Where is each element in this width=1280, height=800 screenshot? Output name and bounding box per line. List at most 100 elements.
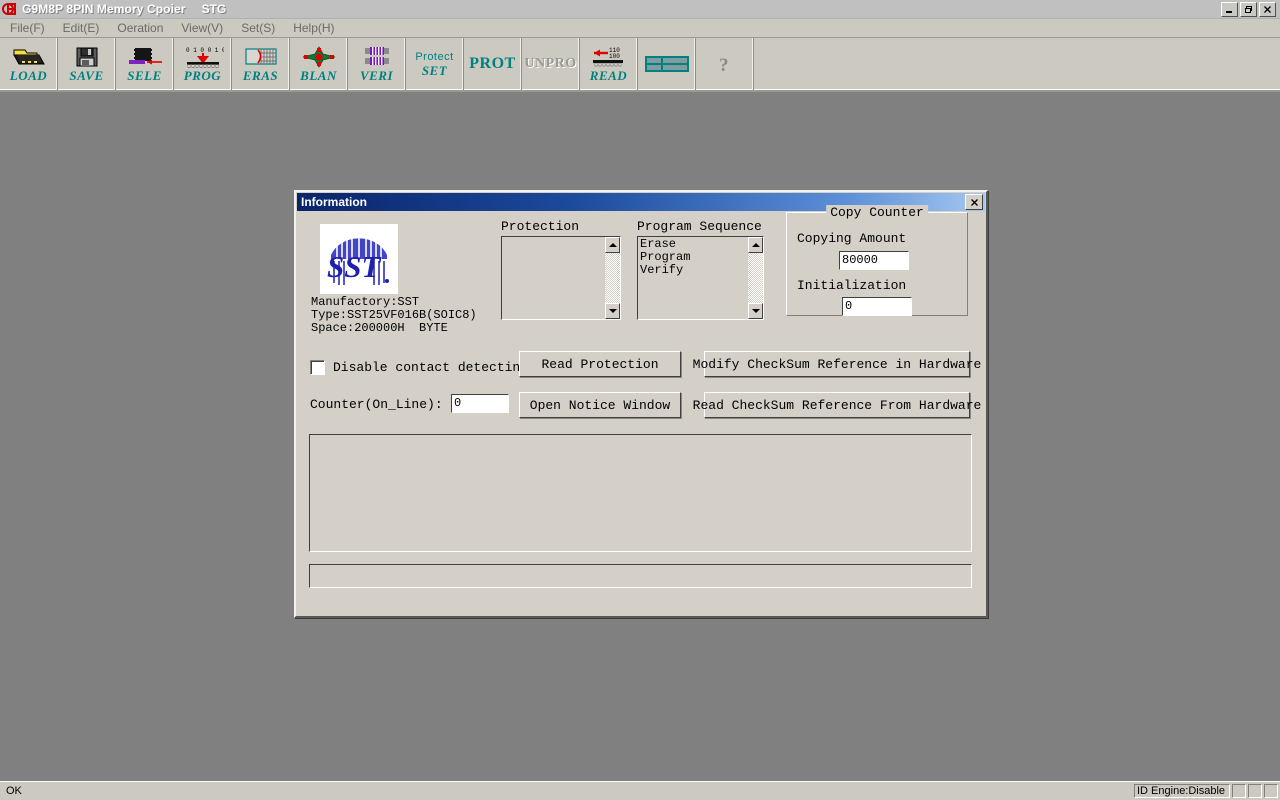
toolbar-label-verify: VERI <box>359 68 394 83</box>
device-space: Space:200000H BYTE <box>311 321 448 335</box>
toolbar: LOAD SAVE SELE 0 1 0 0 1 0 PROG ERAS BLA… <box>0 38 1280 92</box>
menu-help[interactable]: Help(H) <box>291 20 336 36</box>
arrow-down-icon <box>751 309 760 313</box>
program-chip-icon: 0 1 0 0 1 0 <box>182 46 224 68</box>
program-sequence-scrollbar[interactable] <box>747 237 763 319</box>
window-titlebar: G9M8P 8PIN Memory Cpoier STG <box>0 0 1280 19</box>
toolbar-label-erase: ERAS <box>242 68 279 83</box>
counter-online-input[interactable]: 0 <box>451 394 509 413</box>
initialization-label: Initialization <box>797 278 907 293</box>
window-subtitle: STG <box>201 2 227 16</box>
window-title: G9M8P 8PIN Memory Cpoier <box>22 2 186 16</box>
program-sequence-scroll-down-button[interactable] <box>748 303 763 319</box>
svg-text:100: 100 <box>609 53 620 60</box>
program-sequence-scroll-up-button[interactable] <box>748 237 763 253</box>
toolbar-label-save: SAVE <box>69 68 104 83</box>
protection-scroll-track[interactable] <box>605 253 620 303</box>
status-cell-2 <box>1248 784 1262 798</box>
protection-label: Protection <box>501 219 580 234</box>
menu-set[interactable]: Set(S) <box>239 20 277 36</box>
status-cell-3 <box>1264 784 1278 798</box>
status-cell-1 <box>1232 784 1246 798</box>
menu-edit[interactable]: Edit(E) <box>61 20 102 36</box>
toolbar-button-load[interactable]: LOAD <box>0 38 58 90</box>
protection-listbox[interactable] <box>501 236 621 320</box>
dialog-body: SST Manufactory:SST Type:SST25VF016B(SOI… <box>296 205 986 616</box>
toolbar-button-program[interactable]: 0 1 0 0 1 0 PROG <box>174 38 232 90</box>
toolbar-button-protect-set[interactable]: Protect SET <box>406 38 464 90</box>
disable-contact-detecting-row[interactable]: Disable contact detecting <box>310 360 528 375</box>
restore-button[interactable] <box>1240 1 1257 17</box>
disable-contact-detecting-label: Disable contact detecting <box>333 360 529 375</box>
toolbar-label-select: SELE <box>127 68 162 83</box>
folder-open-icon <box>12 46 46 68</box>
read-protection-button[interactable]: Read Protection <box>519 351 681 377</box>
program-sequence-list-content: Erase Program Verify <box>638 237 747 319</box>
toolbar-label-unprotect: UNPRO <box>524 56 577 71</box>
disable-contact-detecting-checkbox[interactable] <box>310 360 325 375</box>
toolbar-button-verify[interactable]: VERI <box>348 38 406 90</box>
close-button[interactable] <box>1259 1 1276 17</box>
erase-grid-icon <box>244 46 278 68</box>
window-tile-icon <box>644 53 690 75</box>
toolbar-label-program: PROG <box>183 68 222 83</box>
toolbar-button-protect[interactable]: PROT <box>464 38 522 90</box>
window-controls <box>1221 1 1276 17</box>
blank-check-star-icon <box>302 46 336 68</box>
sst-logo: SST <box>320 224 398 294</box>
copy-counter-groupbox: Copy Counter Copying Amount 80000 Initia… <box>786 205 968 316</box>
program-sequence-listbox[interactable]: Erase Program Verify <box>637 236 764 320</box>
copying-amount-label: Copying Amount <box>797 231 907 246</box>
counter-online-label: Counter(On_Line): <box>310 397 443 412</box>
toolbar-label-blank-check: BLAN <box>300 68 337 83</box>
copying-amount-input[interactable]: 80000 <box>839 251 909 270</box>
device-info: Manufactory:SST Type:SST25VF016B(SOIC8) … <box>311 296 477 335</box>
protection-scroll-up-button[interactable] <box>605 237 620 253</box>
status-message: OK <box>6 785 22 797</box>
dialog-close-button[interactable] <box>965 194 983 210</box>
program-sequence-scroll-track[interactable] <box>748 253 763 303</box>
toolbar-label-protect-top: Protect <box>415 50 454 63</box>
menu-file[interactable]: File(F) <box>8 20 47 36</box>
toolbar-button-blank-check[interactable]: BLAN <box>290 38 348 90</box>
toolbar-button-save[interactable]: SAVE <box>58 38 116 90</box>
list-item[interactable]: Verify <box>640 264 745 277</box>
toolbar-button-select[interactable]: SELE <box>116 38 174 90</box>
svg-text:?: ? <box>719 55 729 75</box>
application-window: G9M8P 8PIN Memory Cpoier STG File(F) Edi… <box>0 0 1280 800</box>
program-sequence-label: Program Sequence <box>637 219 762 234</box>
toolbar-label-load: LOAD <box>9 68 48 83</box>
copy-counter-title: Copy Counter <box>826 205 928 220</box>
toolbar-label-protect-set: SET <box>421 62 448 78</box>
mdi-workspace: Information SST Manufactory:SST Type:SST… <box>0 92 1280 781</box>
verify-chips-icon <box>359 46 395 68</box>
toolbar-button-unprotect[interactable]: UNPRO <box>522 38 580 90</box>
modify-checksum-reference-button[interactable]: Modify CheckSum Reference in Hardware <box>693 351 981 377</box>
arrow-down-icon <box>608 309 617 313</box>
initialization-input[interactable]: 0 <box>842 297 912 316</box>
toolbar-label-read: READ <box>589 68 628 83</box>
statusbar: OK ID Engine:Disable <box>0 781 1280 800</box>
toolbar-label-protect: PROT <box>469 55 516 72</box>
toolbar-button-erase[interactable]: ERAS <box>232 38 290 90</box>
menubar: File(F) Edit(E) Oeration View(V) Set(S) … <box>0 19 1280 38</box>
open-notice-window-button[interactable]: Open Notice Window <box>519 392 681 418</box>
minimize-button[interactable] <box>1221 1 1238 17</box>
chip-select-icon <box>125 46 165 68</box>
toolbar-button-help[interactable]: ? <box>696 38 754 90</box>
read-chip-icon: 110 100 <box>588 46 630 68</box>
toolbar-button-window-tile[interactable] <box>638 38 696 90</box>
svg-text:0 1 0 0 1 0: 0 1 0 0 1 0 <box>186 47 224 54</box>
protection-list-content <box>502 237 604 319</box>
log-panel[interactable] <box>309 434 972 552</box>
information-dialog: Information SST Manufactory:SST Type:SST… <box>294 190 988 618</box>
protection-scrollbar[interactable] <box>604 237 620 319</box>
status-id-engine: ID Engine:Disable <box>1134 784 1230 798</box>
floppy-disk-icon <box>74 46 100 68</box>
menu-operation[interactable]: Oeration <box>115 20 165 36</box>
protection-scroll-down-button[interactable] <box>605 303 620 319</box>
menu-view[interactable]: View(V) <box>179 20 225 36</box>
toolbar-button-read[interactable]: 110 100 READ <box>580 38 638 90</box>
read-checksum-reference-button[interactable]: Read CheckSum Reference From Hardware <box>693 392 981 418</box>
svg-text:SST: SST <box>327 249 381 284</box>
